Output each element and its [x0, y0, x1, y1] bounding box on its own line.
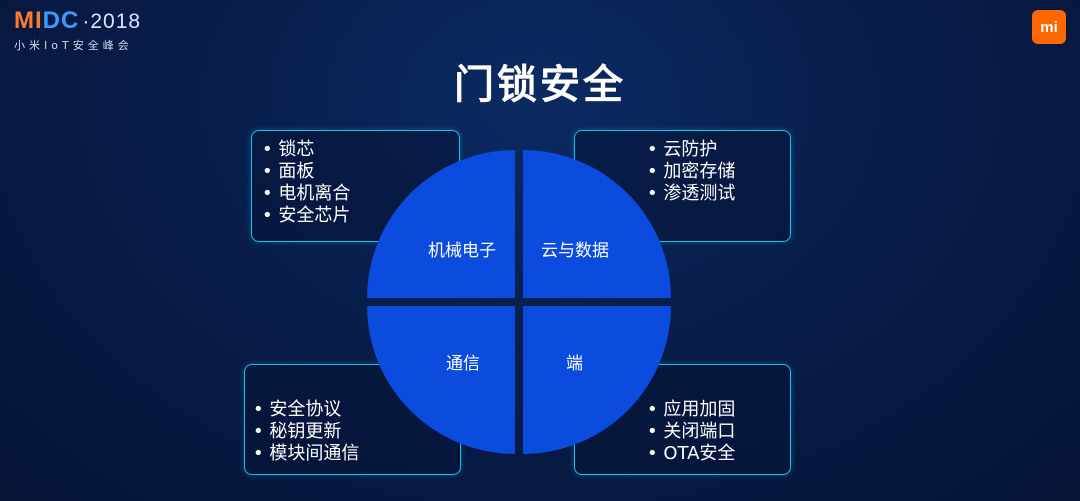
quadrant-circle	[367, 150, 671, 454]
list-item: 电机离合	[262, 183, 350, 205]
midc-logo: MI DC ·2018 小米IoT安全峰会	[14, 8, 141, 53]
quadrant-endpoint	[523, 306, 671, 454]
list-item: 面板	[262, 161, 350, 183]
list-item: 安全芯片	[262, 205, 350, 227]
quadrant-label-endpoint: 端	[566, 354, 583, 374]
list-item: 模块间通信	[253, 443, 359, 465]
quadrant-label-cloud: 云与数据	[541, 241, 609, 261]
logo-wordmark: MI DC ·2018	[14, 8, 141, 35]
quadrant-communication	[367, 306, 515, 454]
list-item: 秘钥更新	[253, 421, 359, 443]
logo-subtitle: 小米IoT安全峰会	[14, 39, 133, 52]
quadrant-label-mechanical: 机械电子	[428, 241, 496, 261]
logo-mi: MI	[14, 7, 43, 34]
list-communication: 安全协议 秘钥更新 模块间通信	[253, 399, 359, 465]
logo-year: ·2018	[82, 10, 142, 33]
quadrant-label-communication: 通信	[446, 354, 480, 374]
list-item: 安全协议	[253, 399, 359, 421]
logo-dc: DC	[42, 7, 80, 34]
mi-logo-icon: mi	[1032, 10, 1066, 44]
quadrant-mechanical	[367, 150, 515, 298]
slide-title: 门锁安全	[454, 62, 626, 108]
quadrant-cloud	[523, 150, 671, 298]
list-item: 锁芯	[262, 139, 350, 161]
list-mechanical: 锁芯 面板 电机离合 安全芯片	[262, 139, 350, 227]
